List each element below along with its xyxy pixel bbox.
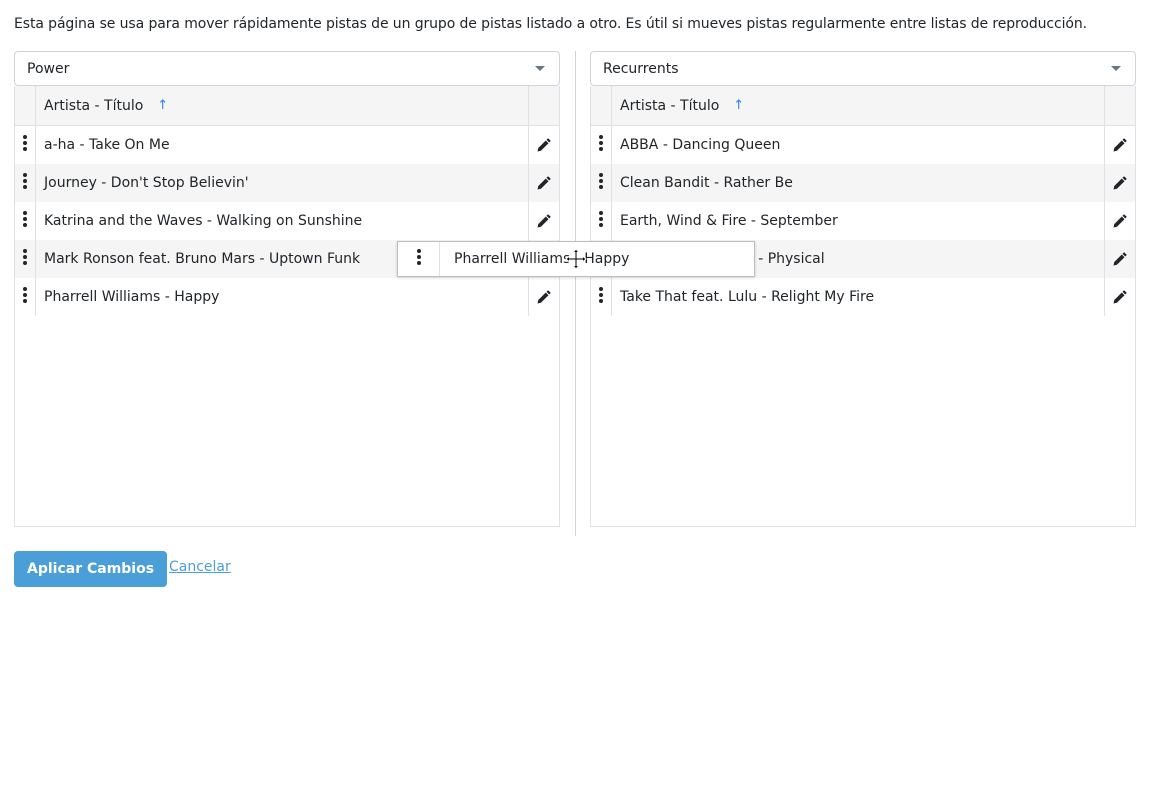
track-title: Clean Bandit - Rather Be <box>620 175 793 191</box>
drag-handle-icon[interactable] <box>15 278 36 316</box>
left-header-action-cell <box>528 86 559 125</box>
right-header-handle-cell <box>591 86 612 125</box>
drag-handle-icon[interactable] <box>15 126 36 164</box>
panel-divider <box>575 51 576 536</box>
pencil-icon <box>537 290 551 304</box>
drag-handle-icon[interactable] <box>591 164 612 202</box>
left-header-title[interactable]: Artista - Título ↑ <box>36 86 528 125</box>
apply-changes-button[interactable]: Aplicar Cambios <box>14 551 168 587</box>
track-title: Journey - Don't Stop Believin' <box>44 175 249 191</box>
right-header-title-label: Artista - Título <box>620 97 720 114</box>
drag-handle-icon[interactable] <box>591 126 612 164</box>
edit-button[interactable] <box>1104 278 1135 316</box>
pencil-icon <box>1113 176 1127 190</box>
left-grid-header: Artista - Título ↑ <box>15 86 559 126</box>
edit-button[interactable] <box>528 126 559 164</box>
left-track-grid: Artista - Título ↑ a-ha - Take On Me Jou… <box>14 86 560 527</box>
table-row: Journey - Don't Stop Believin' <box>15 164 559 202</box>
edit-button[interactable] <box>1104 164 1135 202</box>
table-row: Pharrell Williams - Happy <box>15 278 559 316</box>
left-rows: a-ha - Take On Me Journey - Don't Stop B… <box>15 126 559 316</box>
track-title: Earth, Wind & Fire - September <box>620 213 838 229</box>
drag-handle-icon[interactable] <box>591 278 612 316</box>
right-track-grid: Artista - Título ↑ ABBA - Dancing Queen … <box>590 86 1136 527</box>
drag-ghost-label: Pharrell Williams - Happy <box>454 251 630 267</box>
right-rows: ABBA - Dancing Queen Clean Bandit - Rath… <box>591 126 1135 316</box>
drag-handle-icon[interactable] <box>15 240 36 278</box>
table-row: a-ha - Take On Me <box>15 126 559 164</box>
pencil-icon <box>537 176 551 190</box>
table-row: ABBA - Dancing Queen <box>591 126 1135 164</box>
page-description: Esta página se usa para mover rápidament… <box>14 16 1088 32</box>
right-grid-header: Artista - Título ↑ <box>591 86 1135 126</box>
track-title: Take That feat. Lulu - Relight My Fire <box>620 289 875 305</box>
left-group-select[interactable]: Power <box>14 51 560 86</box>
drag-handle-icon[interactable] <box>15 164 36 202</box>
cancel-link[interactable]: Cancelar <box>169 559 231 575</box>
table-row: Take That feat. Lulu - Relight My Fire <box>591 278 1135 316</box>
right-header-title[interactable]: Artista - Título ↑ <box>612 86 1104 125</box>
pencil-icon <box>1113 290 1127 304</box>
left-header-handle-cell <box>15 86 36 125</box>
track-title: a-ha - Take On Me <box>44 137 170 153</box>
edit-button[interactable] <box>1104 240 1135 278</box>
left-group-select-value: Power <box>27 60 70 77</box>
drag-handle-icon[interactable] <box>398 242 440 276</box>
drag-handle-icon[interactable] <box>15 202 36 240</box>
arrow-up-icon: ↑ <box>157 98 169 113</box>
table-row: Earth, Wind & Fire - September <box>591 202 1135 240</box>
track-title: Pharrell Williams - Happy <box>44 289 220 305</box>
pencil-icon <box>537 214 551 228</box>
edit-button[interactable] <box>1104 126 1135 164</box>
table-row: Katrina and the Waves - Walking on Sunsh… <box>15 202 559 240</box>
chevron-down-icon <box>535 66 545 71</box>
chevron-down-icon <box>1111 66 1121 71</box>
right-group-select[interactable]: Recurrents <box>590 51 1136 86</box>
arrow-up-icon: ↑ <box>733 98 745 113</box>
pencil-icon <box>537 138 551 152</box>
table-row: Clean Bandit - Rather Be <box>591 164 1135 202</box>
pencil-icon <box>1113 138 1127 152</box>
track-title: Katrina and the Waves - Walking on Sunsh… <box>44 213 363 229</box>
edit-button[interactable] <box>528 202 559 240</box>
pencil-icon <box>1113 252 1127 266</box>
left-header-title-label: Artista - Título <box>44 97 144 114</box>
right-group-select-value: Recurrents <box>603 60 679 77</box>
right-header-action-cell <box>1104 86 1135 125</box>
edit-button[interactable] <box>1104 202 1135 240</box>
edit-button[interactable] <box>528 278 559 316</box>
move-cursor-icon <box>565 248 587 270</box>
drag-handle-icon[interactable] <box>591 202 612 240</box>
edit-button[interactable] <box>528 164 559 202</box>
right-group-panel: Recurrents Artista - Título ↑ ABBA - Dan… <box>590 51 1136 527</box>
track-title: ABBA - Dancing Queen <box>620 137 781 153</box>
left-group-panel: Power Artista - Título ↑ a-ha - Take On … <box>14 51 560 527</box>
pencil-icon <box>1113 214 1127 228</box>
